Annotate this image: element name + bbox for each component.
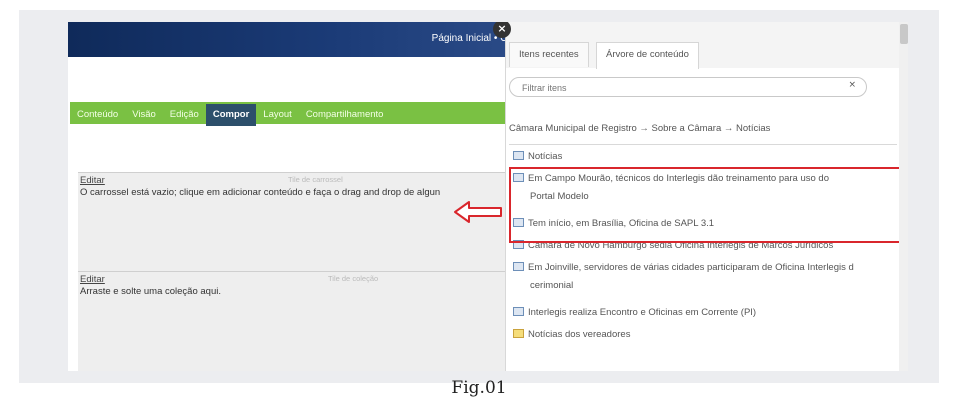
scrollbar-thumb[interactable] — [900, 24, 908, 44]
collection-icon — [513, 151, 524, 160]
highlight-box — [509, 167, 901, 243]
filter-box: × — [509, 77, 867, 97]
item-label: Interlegis realiza Encontro e Oficinas e… — [528, 307, 757, 318]
nav-edicao[interactable]: Edição — [163, 104, 206, 126]
item-label: Notícias dos vereadores — [528, 329, 631, 340]
tile-text: Arraste e solte uma coleção aqui. — [80, 286, 221, 297]
left-arrow-icon — [454, 201, 502, 223]
figure-caption: Fig.01 — [451, 378, 507, 398]
list-item[interactable]: Notícias dos vereadores — [509, 326, 630, 344]
edit-link[interactable]: Editar — [80, 175, 105, 186]
scrollbar[interactable] — [899, 22, 908, 371]
nav-compor[interactable]: Compor — [205, 104, 257, 126]
clear-icon[interactable]: × — [848, 80, 856, 90]
divider — [509, 144, 897, 145]
list-item[interactable]: Interlegis realiza Encontro e Oficinas e… — [509, 304, 756, 322]
item-label-continued: cerimonial — [530, 280, 574, 291]
nav-conteudo[interactable]: Conteúdo — [70, 104, 125, 126]
collection-tile[interactable]: Editar Tile de coleção Arraste e solte u… — [78, 271, 508, 371]
tab-content-tree[interactable]: Árvore de conteúdo — [596, 42, 699, 69]
list-item[interactable]: Notícias — [509, 148, 562, 166]
tile-title: Tile de carrossel — [288, 175, 343, 184]
edit-link[interactable]: Editar — [80, 274, 105, 285]
tile-text: O carrossel está vazio; clique em adicio… — [80, 187, 441, 198]
nav-layout[interactable]: Layout — [256, 104, 299, 126]
item-label: Em Joinville, servidores de várias cidad… — [528, 262, 854, 273]
tab-recent-items[interactable]: Itens recentes — [509, 42, 589, 67]
nav-compartilhamento[interactable]: Compartilhamento — [299, 104, 391, 126]
filter-input[interactable] — [520, 80, 844, 96]
folder-icon — [513, 329, 524, 338]
nav-visao[interactable]: Visão — [125, 104, 163, 126]
content-picker-panel: Itens recentes Árvore de conteúdo × Câma… — [505, 22, 908, 371]
item-label: Notícias — [528, 151, 563, 162]
tile-title: Tile de coleção — [328, 274, 379, 283]
news-icon — [513, 262, 524, 271]
site-header-bar: Página Inicial • O — [68, 22, 508, 57]
list-item[interactable]: Em Joinville, servidores de várias cidad… — [509, 259, 854, 295]
screenshot-frame: Página Inicial • O Conteúdo Visão Edição Co… — [68, 22, 908, 371]
breadcrumb[interactable]: Câmara Municipal de Registro → Sobre a C… — [509, 123, 770, 134]
edit-toolbar: Conteúdo Visão Edição Compor Layout Compartil… — [70, 102, 507, 126]
news-icon — [513, 307, 524, 316]
